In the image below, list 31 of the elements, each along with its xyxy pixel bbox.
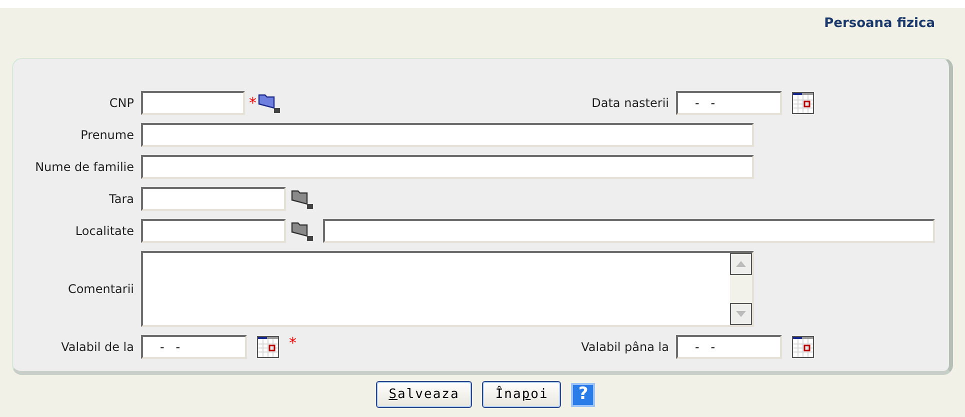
calendar-icon[interactable]: [792, 92, 814, 114]
date-field[interactable]: - -: [676, 91, 782, 115]
field-label: Valabil pâna la: [581, 339, 669, 356]
folder-icon[interactable]: [290, 220, 316, 242]
text-field[interactable]: [141, 123, 754, 147]
text-field[interactable]: [141, 219, 286, 243]
form-button[interactable]: Salveaza: [376, 381, 472, 408]
date-field[interactable]: - -: [676, 335, 782, 359]
form-button[interactable]: Îna poi: [482, 381, 562, 408]
field-label: CNP: [109, 95, 134, 112]
text-field[interactable]: [141, 91, 245, 115]
required-mark: *: [249, 96, 256, 110]
field-label: Prenume: [80, 127, 134, 144]
calendar-icon[interactable]: [257, 336, 279, 358]
field-label: Data nasterii: [592, 95, 669, 112]
field-label: Tara: [109, 191, 134, 208]
folder-icon[interactable]: [290, 188, 316, 210]
comment-textarea[interactable]: [141, 251, 754, 327]
required-mark: *: [289, 336, 296, 351]
field-label: Nume de familie: [35, 159, 134, 176]
field-label: Localitate: [75, 223, 134, 240]
text-field[interactable]: [141, 155, 754, 179]
text-field[interactable]: [323, 219, 935, 243]
field-label: Comentarii: [68, 281, 134, 298]
folder-icon[interactable]: [256, 92, 282, 114]
calendar-icon[interactable]: [792, 336, 814, 358]
text-field[interactable]: [141, 187, 286, 211]
help-button[interactable]: ?: [571, 382, 596, 406]
page-title: Persoana fizica: [824, 15, 935, 33]
date-field[interactable]: - -: [141, 335, 247, 359]
field-label: Valabil de la: [61, 339, 134, 356]
